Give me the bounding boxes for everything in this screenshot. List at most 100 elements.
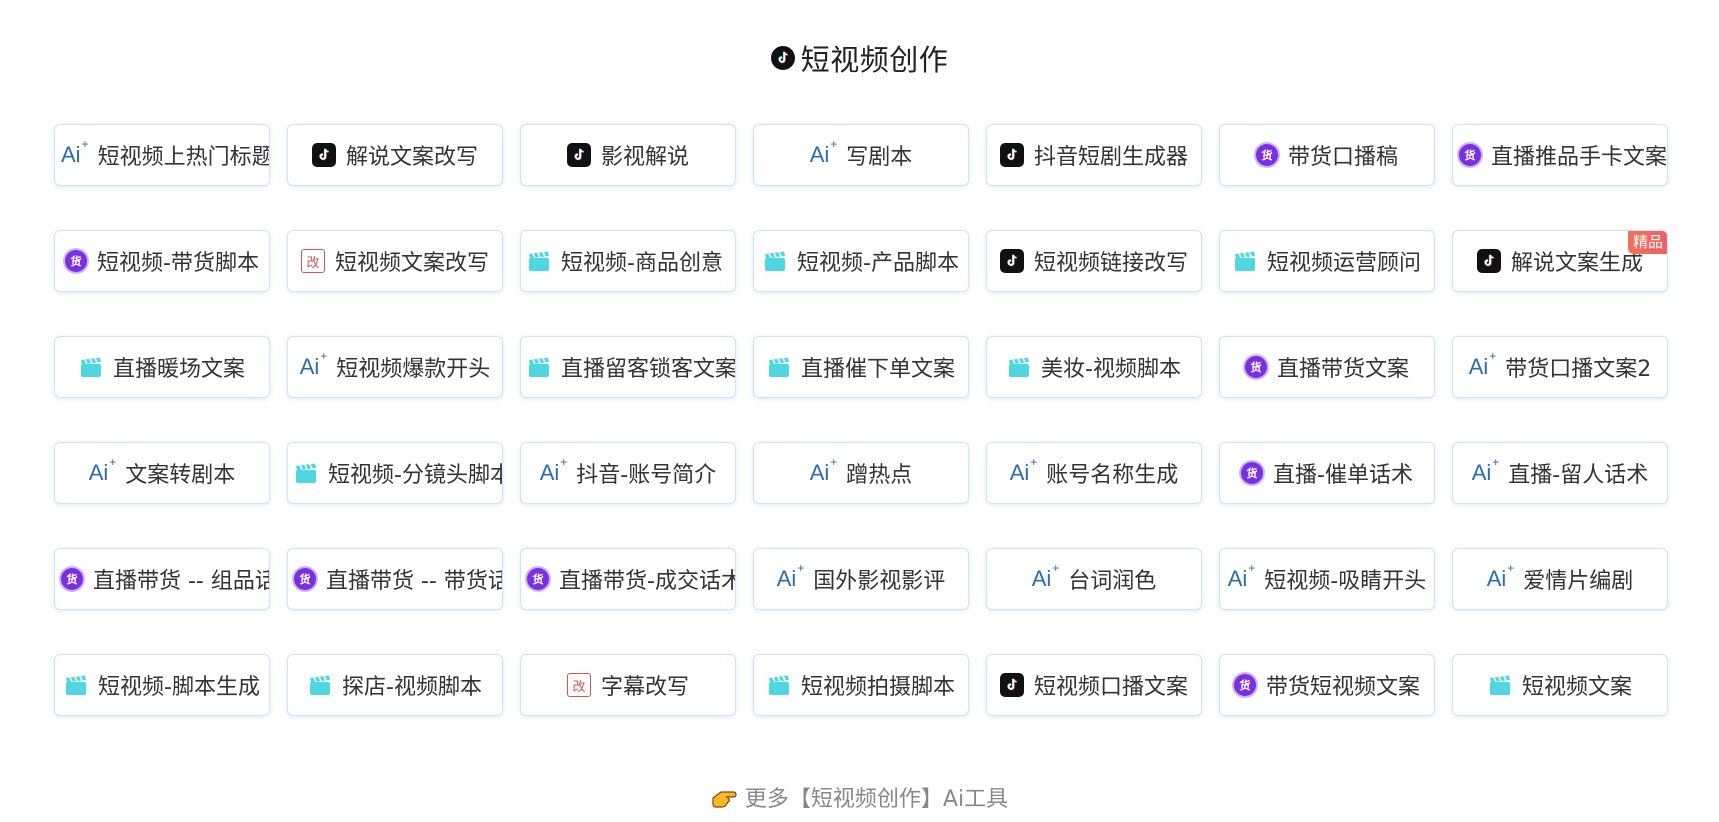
tool-card[interactable]: Ai + 账号名称生成	[986, 442, 1202, 504]
tool-card[interactable]: Ai + 短视频上热门标题	[54, 124, 270, 186]
rewrite-icon: 改	[566, 673, 591, 697]
clapperboard-icon	[527, 250, 551, 272]
ai-icon: Ai +	[776, 561, 805, 591]
tool-card[interactable]: 短视频口播文案	[986, 654, 1202, 716]
tool-card[interactable]: 货直播推品手卡文案	[1452, 124, 1668, 186]
tool-card[interactable]: 短视频文案	[1452, 654, 1668, 716]
more-tools-label: 更多【短视频创作】Ai工具	[744, 787, 1009, 812]
tool-card-label: 探店-视频脚本	[342, 675, 482, 700]
tool-card-content: Ai + 带货口播文案2	[1469, 350, 1652, 383]
tool-card[interactable]: Ai + 蹭热点	[753, 442, 969, 504]
clapperboard-icon	[527, 356, 551, 378]
tool-card[interactable]: 短视频-分镜头脚本	[287, 442, 503, 504]
tool-card[interactable]: Ai + 国外影视影评	[753, 548, 969, 610]
tool-card[interactable]: 改短视频文案改写	[287, 230, 503, 292]
tool-card[interactable]: 货直播-催单话术	[1219, 442, 1435, 504]
tool-card-content: 货直播带货 -- 组品话术	[61, 563, 269, 595]
tool-card-content: 直播暖场文案	[79, 351, 245, 383]
tool-card-content: 抖音短剧生成器	[999, 139, 1188, 171]
tool-card[interactable]: Ai + 带货口播文案2	[1452, 336, 1668, 398]
tool-card-content: 影视解说	[566, 139, 689, 171]
tool-card[interactable]: Ai + 台词润色	[986, 548, 1202, 610]
tool-card[interactable]: 改字幕改写	[520, 654, 736, 716]
page: 短视频创作 Ai + 短视频上热门标题 解说文案改写 影视解说 Ai + 写剧本 抖音短剧生成器…	[0, 0, 1719, 822]
tool-card[interactable]: Ai + 短视频爆款开头	[287, 336, 503, 398]
tool-card-label: 直播带货 -- 带货话术	[326, 569, 502, 594]
tool-card-content: Ai + 短视频-吸睛开头	[1227, 561, 1427, 595]
tool-card[interactable]: Ai + 爱情片编剧	[1452, 548, 1668, 610]
tool-card-label: 短视频链接改写	[1033, 251, 1188, 276]
tool-card[interactable]: 货带货短视频文案	[1219, 654, 1435, 716]
ai-icon: Ai +	[1486, 561, 1515, 591]
tool-card[interactable]: 抖音短剧生成器	[986, 124, 1202, 186]
tool-card[interactable]: 货短视频-带货脚本	[54, 230, 270, 292]
tool-card[interactable]: 直播催下单文案	[753, 336, 969, 398]
tool-card-content: 货带货口播稿	[1255, 139, 1398, 171]
tool-card-label: 直播催下单文案	[800, 357, 955, 382]
tool-card[interactable]: Ai + 直播-留人话术	[1452, 442, 1668, 504]
ai-icon: Ai +	[1227, 561, 1256, 591]
tool-card-label: 字幕改写	[600, 675, 689, 700]
clapperboard-icon	[1007, 356, 1031, 378]
tool-card-label: 直播带货-成交话术	[559, 569, 736, 594]
tool-card-label: 短视频-产品脚本	[797, 251, 959, 276]
tool-card[interactable]: 直播留客锁客文案	[520, 336, 736, 398]
clapperboard-icon	[64, 674, 88, 696]
tool-card-content: 短视频-产品脚本	[763, 245, 959, 277]
tool-card[interactable]: 美妆-视频脚本	[986, 336, 1202, 398]
tool-grid: Ai + 短视频上热门标题 解说文案改写 影视解说 Ai + 写剧本 抖音短剧生成器货带货口播稿…	[54, 124, 1668, 716]
tool-card[interactable]: 解说文案改写	[287, 124, 503, 186]
tool-card[interactable]: 货直播带货-成交话术	[520, 548, 736, 610]
tool-card[interactable]: 货直播带货 -- 带货话术	[287, 548, 503, 610]
tool-card[interactable]: 解说文案生成 精品	[1452, 230, 1668, 292]
tool-card-content: 短视频文案	[1488, 669, 1632, 701]
tool-card-label: 美妆-视频脚本	[1041, 357, 1181, 382]
tiktok-icon	[999, 673, 1024, 697]
ai-icon: Ai +	[1471, 455, 1500, 485]
ai-icon: Ai +	[809, 137, 838, 167]
tool-card[interactable]: 货直播带货 -- 组品话术	[54, 548, 270, 610]
ai-icon: Ai +	[1009, 455, 1038, 485]
tool-card[interactable]: 短视频-产品脚本	[753, 230, 969, 292]
tool-card[interactable]: 短视频运营顾问	[1219, 230, 1435, 292]
tool-card[interactable]: 短视频拍摄脚本	[753, 654, 969, 716]
tool-card-label: 短视频-商品创意	[561, 251, 723, 276]
tool-card-label: 直播留客锁客文案	[561, 357, 736, 382]
tool-card-label: 短视频上热门标题	[97, 145, 270, 170]
ai-icon: Ai +	[809, 455, 838, 485]
tool-card[interactable]: Ai + 文案转剧本	[54, 442, 270, 504]
tool-card[interactable]: 探店-视频脚本	[287, 654, 503, 716]
goods-badge-icon: 货	[61, 568, 83, 590]
tool-card[interactable]: 短视频-商品创意	[520, 230, 736, 292]
tool-card-label: 短视频-分镜头脚本	[328, 463, 503, 488]
clapperboard-icon	[1233, 250, 1257, 272]
ai-icon: Ai +	[539, 455, 568, 485]
tool-card[interactable]: 直播暖场文案	[54, 336, 270, 398]
more-tools-link[interactable]: 更多【短视频创作】Ai工具	[0, 782, 1719, 812]
tool-card-content: 探店-视频脚本	[308, 669, 482, 701]
tool-card-content: 货直播推品手卡文案	[1459, 139, 1667, 171]
ai-icon: Ai +	[299, 349, 328, 379]
ai-icon: Ai +	[1031, 561, 1060, 591]
tool-card[interactable]: 短视频链接改写	[986, 230, 1202, 292]
tool-card[interactable]: Ai + 抖音-账号简介	[520, 442, 736, 504]
clapperboard-icon	[308, 674, 332, 696]
tool-card-label: 短视频-脚本生成	[98, 675, 260, 700]
clapperboard-icon	[763, 250, 787, 272]
tool-card-content: Ai + 爱情片编剧	[1486, 561, 1634, 595]
tool-card-content: 改短视频文案改写	[300, 245, 489, 277]
tool-card[interactable]: 影视解说	[520, 124, 736, 186]
tool-card-content: Ai + 直播-留人话术	[1471, 455, 1649, 489]
tool-card-label: 直播带货文案	[1276, 357, 1409, 382]
premium-badge: 精品	[1627, 231, 1667, 254]
tool-card-content: Ai + 台词润色	[1031, 561, 1157, 595]
tool-card-content: Ai + 写剧本	[809, 137, 913, 171]
tool-card[interactable]: 短视频-脚本生成	[54, 654, 270, 716]
tool-card[interactable]: 货带货口播稿	[1219, 124, 1435, 186]
tool-card[interactable]: Ai + 短视频-吸睛开头	[1219, 548, 1435, 610]
tool-card-label: 短视频-带货脚本	[97, 251, 259, 276]
tool-card-label: 直播推品手卡文案	[1491, 145, 1668, 170]
tool-card[interactable]: Ai + 写剧本	[753, 124, 969, 186]
tool-card[interactable]: 货直播带货文案	[1219, 336, 1435, 398]
tool-card-content: Ai + 账号名称生成	[1009, 455, 1179, 489]
